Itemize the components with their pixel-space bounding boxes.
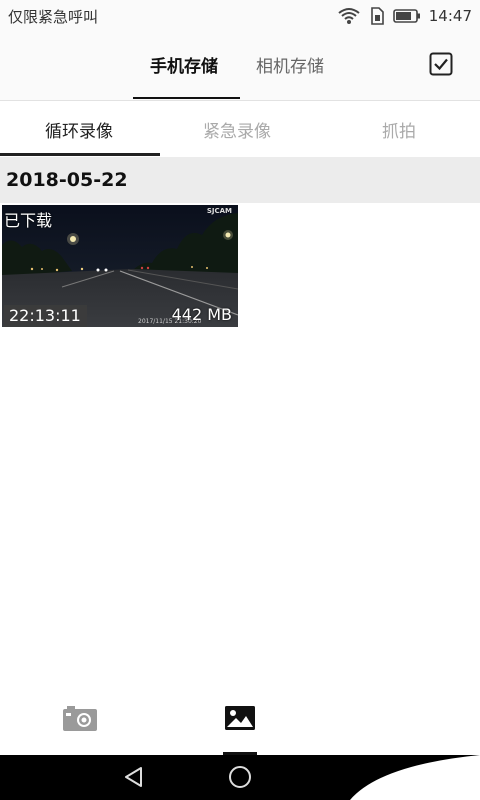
checkbox-icon[interactable] [429, 52, 453, 76]
wifi-icon [338, 8, 360, 24]
tab-phone-storage[interactable]: 手机存储 [150, 52, 218, 77]
gallery-icon[interactable] [224, 705, 256, 731]
system-nav-bar [0, 755, 480, 800]
corner-decoration [350, 755, 480, 800]
camera-brand-watermark: SJCAM [206, 207, 232, 215]
tab-emergency-recording[interactable]: 紧急录像 [203, 117, 271, 142]
section-date: 2018-05-22 [6, 169, 128, 191]
video-duration: 22:13:11 [4, 305, 87, 327]
home-icon[interactable] [228, 765, 252, 789]
video-thumbnail[interactable]: 已下载 SJCAM 2017/11/15 21:30:20 22:13:11 4… [2, 205, 238, 327]
file-size: 442 MB [171, 305, 232, 324]
battery-icon [392, 9, 420, 23]
back-icon[interactable] [122, 765, 146, 789]
sim-icon [370, 7, 384, 25]
active-tab-indicator [133, 97, 240, 99]
downloaded-badge: 已下载 [4, 211, 53, 230]
tab-loop-recording[interactable]: 循环录像 [45, 117, 113, 142]
storage-tab-bar: 手机存储 相机存储 [0, 32, 480, 100]
bottom-nav [0, 685, 480, 755]
camera-icon[interactable] [62, 705, 98, 733]
category-tab-bar: 循环录像 紧急录像 抓拍 [0, 101, 480, 156]
date-section-header: 2018-05-22 [0, 157, 480, 203]
carrier-text: 仅限紧急呼叫 [8, 7, 99, 26]
status-bar: 仅限紧急呼叫 14:47 [0, 0, 480, 32]
active-category-indicator [0, 153, 160, 156]
status-icons: 14:47 [337, 7, 472, 25]
tab-camera-storage[interactable]: 相机存储 [256, 52, 324, 77]
tab-snapshot[interactable]: 抓拍 [382, 117, 416, 142]
clock-time: 14:47 [428, 7, 472, 25]
